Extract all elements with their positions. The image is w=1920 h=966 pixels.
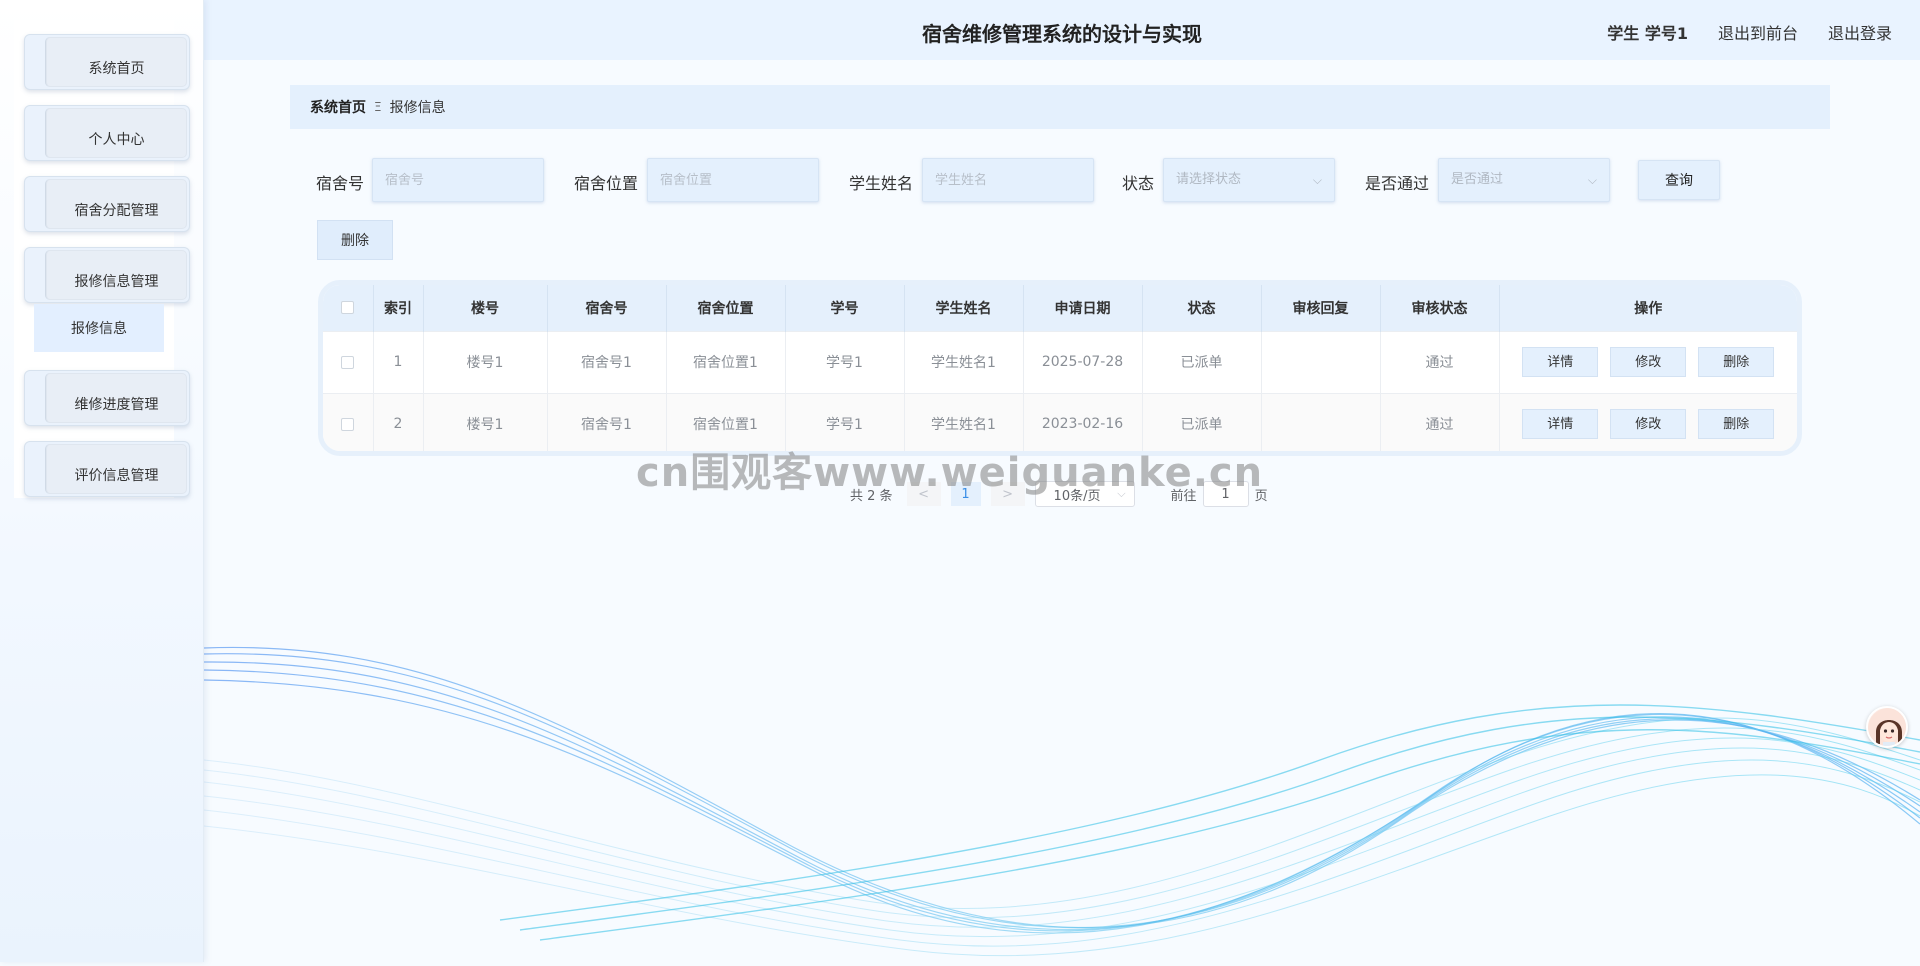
row-checkbox[interactable] [341, 355, 355, 369]
chevron-down-icon: ⌵ [1312, 173, 1322, 187]
logout-link[interactable]: 退出登录 [1828, 20, 1892, 44]
column-header: 宿舍位置 [666, 285, 786, 331]
sidebar-item-repair-management[interactable]: 报修信息管理 [24, 247, 190, 303]
column-header: 宿舍号 [547, 285, 667, 331]
sidebar-item-evaluation-management[interactable]: 评价信息管理 [24, 441, 190, 497]
current-user: 学生 学号1 [1607, 24, 1688, 43]
sidebar-item-label: 评价信息管理 [74, 468, 159, 484]
column-header: 状态 [1142, 285, 1262, 331]
column-header: 操作 [1499, 285, 1797, 331]
row-select-cell [323, 392, 374, 451]
edit-button[interactable]: 修改 [1610, 409, 1687, 440]
student-name-label: 学生姓名 [849, 174, 914, 193]
breadcrumb-home[interactable]: 系统首页 [310, 97, 366, 117]
cell-date: 2025-07-28 [1023, 330, 1143, 393]
query-button[interactable]: 查询 [1638, 160, 1720, 200]
watermark-text: cn围观客www.weiguanke.cn [636, 450, 1264, 496]
submenu-item-repair-info[interactable]: 报修信息 [34, 304, 164, 352]
sidebar-item-label: 宿舍分配管理 [74, 203, 159, 219]
cell-index: 2 [373, 392, 424, 451]
edit-button[interactable]: 修改 [1610, 347, 1687, 377]
cell-review-status: 通过 [1380, 392, 1500, 451]
dorm-location-label: 宿舍位置 [574, 174, 639, 193]
cell-operations: 详情 修改 删除 [1499, 392, 1797, 451]
passed-label: 是否通过 [1365, 174, 1430, 193]
dorm-location-input[interactable] [647, 158, 819, 202]
dorm-no-label: 宿舍号 [316, 174, 365, 193]
table-row: 1 楼号1 宿舍号1 宿舍位置1 学号1 学生姓名1 2025-07-28 已派… [323, 330, 1797, 393]
select-all-cell [323, 285, 374, 331]
row-checkbox[interactable] [341, 417, 355, 431]
status-select-placeholder: 请选择状态 [1176, 172, 1242, 187]
column-header: 学号 [785, 285, 905, 331]
breadcrumb-current: 报修信息 [389, 100, 446, 116]
detail-button[interactable]: 详情 [1522, 347, 1599, 377]
cell-building: 楼号1 [423, 330, 548, 393]
cell-student-no: 学号1 [785, 330, 905, 393]
column-header: 学生姓名 [904, 285, 1024, 331]
chevron-down-icon: ⌵ [1587, 173, 1597, 187]
submenu-item-label: 报修信息 [71, 321, 127, 337]
column-header: 索引 [373, 285, 424, 331]
column-header: 楼号 [423, 285, 548, 331]
repair-table: 索引 楼号 宿舍号 宿舍位置 学号 学生姓名 申请日期 状态 审核回复 审核状态… [318, 280, 1802, 456]
row-select-cell [323, 330, 374, 393]
table-header-row: 索引 楼号 宿舍号 宿舍位置 学号 学生姓名 申请日期 状态 审核回复 审核状态… [323, 285, 1797, 331]
cell-student-name: 学生姓名1 [904, 330, 1024, 393]
delete-button[interactable]: 删除 [1698, 347, 1775, 377]
cell-dorm-location: 宿舍位置1 [666, 330, 786, 393]
batch-delete-button[interactable]: 删除 [317, 220, 393, 260]
cell-review-status: 通过 [1380, 330, 1500, 393]
cell-reply [1261, 330, 1381, 393]
sidebar-item-label: 系统首页 [88, 61, 145, 77]
column-header: 审核状态 [1380, 285, 1500, 331]
sidebar: 系统首页 个人中心 宿舍分配管理 报修信息管理 报修信息 维修进度管理 评价信息… [0, 0, 204, 962]
dorm-no-input[interactable] [372, 158, 544, 202]
cell-building: 楼号1 [423, 392, 548, 451]
header-actions: 学生 学号1 退出到前台 退出登录 [1607, 20, 1892, 44]
sidebar-item-progress-management[interactable]: 维修进度管理 [24, 370, 190, 426]
breadcrumb: 系统首页 Ξ 报修信息 [290, 85, 1830, 129]
sidebar-item-personal-center[interactable]: 个人中心 [24, 105, 190, 161]
cell-dorm-no: 宿舍号1 [547, 330, 667, 393]
cell-status: 已派单 [1142, 330, 1262, 393]
sidebar-item-dorm-allocation[interactable]: 宿舍分配管理 [24, 176, 190, 232]
cell-index: 1 [373, 330, 424, 393]
cell-operations: 详情 修改 删除 [1499, 330, 1797, 393]
assistant-avatar-icon[interactable] [1866, 706, 1908, 748]
column-header: 申请日期 [1023, 285, 1143, 331]
top-header: 宿舍维修管理系统的设计与实现 学生 学号1 退出到前台 退出登录 [204, 0, 1920, 60]
breadcrumb-separator-icon: Ξ [374, 100, 382, 114]
sidebar-item-label: 报修信息管理 [74, 274, 159, 290]
passed-select-placeholder: 是否通过 [1451, 172, 1504, 187]
passed-select[interactable]: 是否通过 ⌵ [1438, 158, 1610, 202]
column-header: 审核回复 [1261, 285, 1381, 331]
sidebar-item-label: 个人中心 [88, 132, 145, 148]
student-name-input[interactable] [922, 158, 1094, 202]
sidebar-item-label: 维修进度管理 [74, 397, 159, 413]
cell-reply [1261, 392, 1381, 451]
status-select[interactable]: 请选择状态 ⌵ [1163, 158, 1335, 202]
exit-to-front-link[interactable]: 退出到前台 [1718, 20, 1798, 44]
select-all-checkbox[interactable] [341, 301, 355, 315]
delete-button[interactable]: 删除 [1698, 409, 1775, 440]
detail-button[interactable]: 详情 [1522, 409, 1599, 440]
sidebar-item-home[interactable]: 系统首页 [24, 34, 190, 90]
status-label: 状态 [1122, 174, 1155, 193]
